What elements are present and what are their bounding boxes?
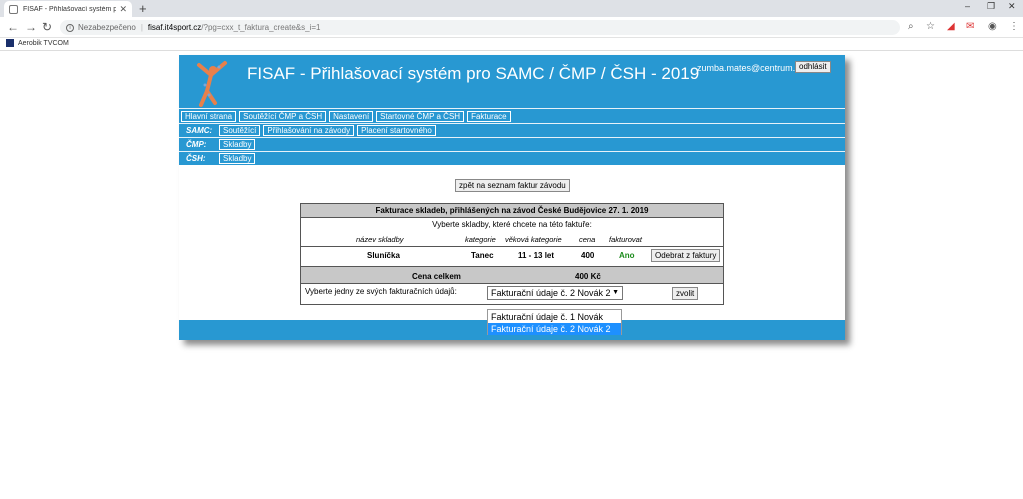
- row-age-category: 11 - 13 let: [518, 251, 555, 260]
- mail-icon[interactable]: ✉: [966, 21, 974, 32]
- col-price: cena: [579, 235, 596, 244]
- row-price: 400: [581, 251, 595, 260]
- page-icon: [9, 4, 18, 14]
- nav-home[interactable]: Hlavní strana: [181, 110, 237, 122]
- site-header: FISAF - Přihlašovací systém pro SAMC / Č…: [179, 55, 845, 108]
- billing-select-value: Fakturační údaje č. 2 Novák 2: [491, 288, 611, 298]
- nav-entry-fee[interactable]: Startovné ČMP a ČSH: [376, 110, 465, 122]
- tab-title: FISAF - Přihlašovací systém pro S: [23, 5, 117, 13]
- url-field[interactable]: i Nezabezpečeno | fisaf.it4sport.cz /?pg…: [60, 20, 900, 35]
- main-nav: Hlavní strana Soutěžící ČMP a ČSH Nastav…: [179, 108, 845, 123]
- info-icon[interactable]: i: [66, 23, 74, 32]
- logout-button[interactable]: odhlásit: [795, 61, 831, 73]
- remove-from-invoice-button[interactable]: Odebrat z faktury: [651, 249, 721, 262]
- row-name: Sluníčka: [367, 251, 400, 260]
- nav-invoicing[interactable]: Fakturace: [467, 110, 511, 122]
- profile-icon[interactable]: ◉: [988, 21, 997, 32]
- page-container: FISAF - Přihlašovací systém pro SAMC / Č…: [179, 55, 845, 340]
- bookmark-label: Aerobik TVCOM: [18, 39, 69, 47]
- row-divider: [301, 246, 723, 247]
- dropdown-arrow-icon: ▼: [612, 289, 619, 296]
- billing-option-2[interactable]: Fakturační údaje č. 2 Novák 2: [488, 323, 621, 335]
- reload-icon[interactable]: ↻: [42, 20, 52, 34]
- bookmark-aerobik[interactable]: Aerobik TVCOM: [6, 39, 69, 47]
- page-title: FISAF - Přihlašovací systém pro SAMC / Č…: [247, 64, 700, 83]
- url-domain: fisaf.it4sport.cz: [147, 23, 202, 32]
- browser-tab[interactable]: FISAF - Přihlašovací systém pro S ✕: [4, 1, 132, 17]
- row-category: Tanec: [471, 251, 494, 260]
- total-label: Cena celkem: [412, 272, 461, 281]
- extension-icon[interactable]: ◢: [947, 21, 955, 32]
- billing-prompt: Vyberte jedny ze svých fakturačních údaj…: [305, 287, 457, 296]
- zoom-icon[interactable]: ⌕: [908, 21, 914, 32]
- main-content: zpět na seznam faktur závodu Fakturace s…: [179, 165, 845, 320]
- nav-cmp-routines[interactable]: Skladby: [219, 139, 256, 150]
- cmp-label: ČMP:: [186, 140, 207, 149]
- total-row: Cena celkem 400 Kč: [301, 266, 723, 284]
- star-icon[interactable]: ☆: [926, 21, 935, 32]
- menu-icon[interactable]: ⋮: [1009, 21, 1019, 32]
- billing-select[interactable]: Fakturační údaje č. 2 Novák 2 ▼: [487, 286, 623, 300]
- row-invoiced: Ano: [619, 251, 635, 260]
- nav-samc-registration[interactable]: Přihlašování na závody: [263, 125, 355, 136]
- nav-samc-payment[interactable]: Placení startovného: [357, 125, 436, 136]
- invoice-prompt: Vyberte skladby, které chcete na této fa…: [432, 220, 592, 229]
- col-name: název skladby: [356, 235, 404, 244]
- col-age-category: věková kategorie: [505, 235, 562, 244]
- nav-csh-routines[interactable]: Skladby: [219, 153, 256, 164]
- billing-option-1[interactable]: Fakturační údaje č. 1 Novák: [488, 311, 621, 323]
- insecure-label: Nezabezpečeno: [78, 23, 136, 32]
- col-invoiced: fakturovat: [609, 235, 642, 244]
- choose-button[interactable]: zvolit: [672, 287, 699, 300]
- bookmarks-bar: Aerobik TVCOM: [0, 38, 1023, 51]
- cmp-nav: ČMP: Skladby: [179, 137, 845, 151]
- new-tab-button[interactable]: +: [139, 1, 147, 16]
- url-path: /?pg=cxx_t_faktura_create&s_i=1: [201, 23, 321, 32]
- bookmark-icon: [6, 39, 14, 47]
- forward-arrow-icon[interactable]: →: [25, 20, 37, 34]
- gymnast-logo-icon: [197, 61, 227, 107]
- nav-samc-competitors[interactable]: Soutěžící: [219, 125, 261, 136]
- csh-label: ČSH:: [186, 154, 206, 163]
- samc-label: SAMC:: [186, 126, 213, 135]
- nav-competitors[interactable]: Soutěžící ČMP a ČSH: [239, 110, 327, 122]
- billing-dropdown-list: Fakturační údaje č. 1 Novák Fakturační ú…: [487, 309, 622, 335]
- back-arrow-icon[interactable]: ←: [7, 20, 19, 34]
- back-to-invoices-button[interactable]: zpět na seznam faktur závodu: [455, 179, 570, 192]
- nav-settings[interactable]: Nastavení: [329, 110, 374, 122]
- total-value: 400 Kč: [575, 272, 601, 281]
- col-category: kategorie: [465, 235, 496, 244]
- invoice-table: Fakturace skladeb, přihlášených na závod…: [300, 203, 724, 305]
- restore-icon[interactable]: ❐: [987, 1, 995, 12]
- minimize-icon[interactable]: –: [965, 1, 970, 11]
- user-email: zumba.mates@centrum.cz: [697, 63, 805, 73]
- samc-nav: SAMC: Soutěžící Přihlašování na závody P…: [179, 123, 845, 137]
- tab-bar: FISAF - Přihlašovací systém pro S ✕ + – …: [0, 0, 1023, 17]
- close-window-icon[interactable]: ✕: [1008, 1, 1016, 12]
- csh-nav: ČSH: Skladby: [179, 151, 845, 165]
- close-tab-icon[interactable]: ✕: [119, 4, 127, 15]
- address-bar: ← → ↻ i Nezabezpečeno | fisaf.it4sport.c…: [0, 17, 1023, 38]
- url-separator: |: [140, 23, 143, 32]
- invoice-title: Fakturace skladeb, přihlášených na závod…: [301, 204, 723, 218]
